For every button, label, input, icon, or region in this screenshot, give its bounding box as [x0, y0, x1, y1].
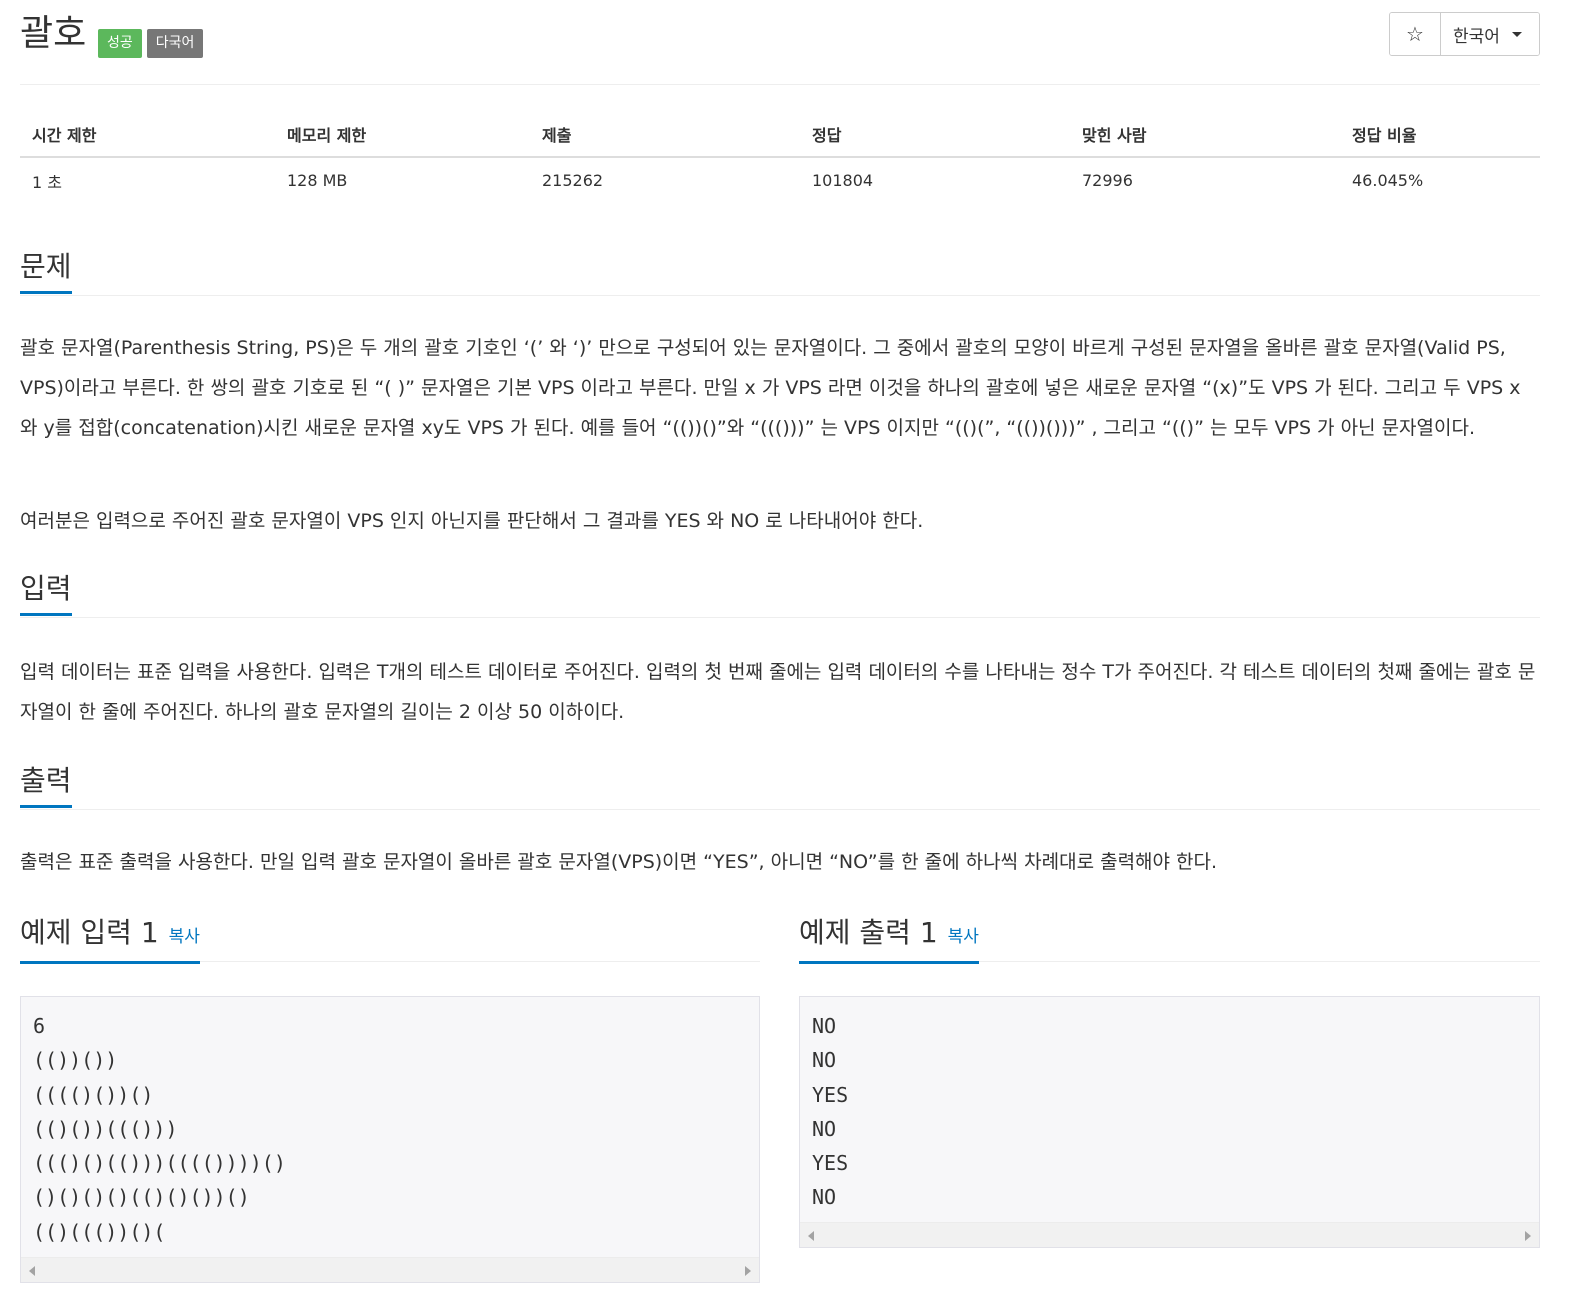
favorite-button[interactable]: ☆ — [1390, 13, 1441, 55]
info-value-row: 1 초 128 MB 215262 101804 72996 46.045% — [20, 157, 1540, 203]
info-value-time-limit: 1 초 — [32, 172, 62, 192]
output-title: 출력 — [20, 759, 72, 808]
problem-title: 괄호 — [20, 13, 87, 54]
star-icon: ☆ — [1406, 22, 1424, 46]
problem-info-table: 시간 제한 메모리 제한 제출 정답 맞힌 사람 정답 비율 1 초 128 M… — [20, 112, 1540, 203]
scroll-left-icon[interactable] — [808, 1231, 814, 1241]
info-value-accepted: 101804 — [812, 171, 874, 190]
scroll-left-icon[interactable] — [29, 1266, 35, 1276]
copy-sample-input-button[interactable]: 복사 — [169, 927, 200, 947]
info-value-solvers: 72996 — [1082, 171, 1133, 190]
scroll-right-icon[interactable] — [745, 1266, 751, 1276]
sample-output-title: 예제 출력 1 복사 — [799, 911, 979, 964]
info-value-memory-limit: 128 MB — [287, 171, 348, 190]
sample-input-box[interactable]: 6 (())()) (((()())() (()())((())) ((()()… — [20, 996, 760, 1283]
page-header: 괄호 성공 다국어 ☆ 한국어 — [20, 0, 1540, 85]
sample-input-title-text: 예제 입력 1 — [20, 916, 159, 949]
sample-output-scrollbar[interactable] — [800, 1222, 1539, 1247]
input-title: 입력 — [20, 567, 72, 616]
header-button-group: ☆ 한국어 — [1389, 12, 1540, 56]
info-header-row: 시간 제한 메모리 제한 제출 정답 맞힌 사람 정답 비율 — [20, 112, 1540, 158]
multilang-badge[interactable]: 다국어 — [146, 29, 204, 58]
input-headline: 입력 — [20, 567, 1540, 618]
sample-input-scrollbar[interactable] — [21, 1257, 759, 1282]
language-label: 한국어 — [1453, 26, 1500, 47]
scroll-right-icon[interactable] — [1525, 1231, 1531, 1241]
info-header-solvers: 맞힌 사람 — [1070, 112, 1340, 158]
description-paragraph-2: 여러분은 입력으로 주어진 괄호 문자열이 VPS 인지 아닌지를 판단해서 그… — [20, 510, 924, 532]
language-dropdown[interactable]: 한국어 — [1441, 13, 1539, 55]
info-header-memory-limit: 메모리 제한 — [275, 112, 530, 158]
sample-output-title-text: 예제 출력 1 — [799, 916, 938, 949]
info-header-ratio: 정답 비율 — [1340, 112, 1540, 158]
sample-input-headline: 예제 입력 1 복사 — [20, 911, 760, 964]
info-header-time-limit: 시간 제한 — [20, 112, 275, 158]
success-badge[interactable]: 성공 — [98, 29, 142, 58]
sample-output-text: NO NO YES NO YES NO — [812, 1014, 849, 1210]
problem-labels: 성공 다국어 — [98, 29, 204, 58]
output-headline: 출력 — [20, 759, 1540, 810]
copy-sample-output-button[interactable]: 복사 — [948, 927, 979, 947]
info-header-accepted: 정답 — [800, 112, 1070, 158]
output-paragraph: 출력은 표준 출력을 사용한다. 만일 입력 괄호 문자열이 올바른 괄호 문자… — [20, 851, 1218, 873]
sample-output-box[interactable]: NO NO YES NO YES NO — [799, 996, 1540, 1248]
description-paragraph-1: 괄호 문자열(Parenthesis String, PS)은 두 개의 괄호 … — [20, 337, 1521, 439]
info-header-submissions: 제출 — [530, 112, 800, 158]
description-headline: 문제 — [20, 245, 1540, 296]
sample-output-headline: 예제 출력 1 복사 — [799, 911, 1540, 964]
sample-input-title: 예제 입력 1 복사 — [20, 911, 200, 964]
sample-input-text: 6 (())()) (((()())() (()())((())) ((()()… — [33, 1014, 286, 1244]
input-paragraph: 입력 데이터는 표준 입력을 사용한다. 입력은 T개의 테스트 데이터로 주어… — [20, 661, 1536, 723]
info-value-submissions: 215262 — [542, 171, 604, 190]
info-value-ratio: 46.045% — [1352, 171, 1424, 190]
caret-down-icon — [1511, 31, 1522, 37]
description-title: 문제 — [20, 245, 72, 294]
problem-page: 괄호 성공 다국어 ☆ 한국어 시간 제한 메모리 제한 제출 정답 맞힌 사람… — [20, 0, 1540, 1283]
